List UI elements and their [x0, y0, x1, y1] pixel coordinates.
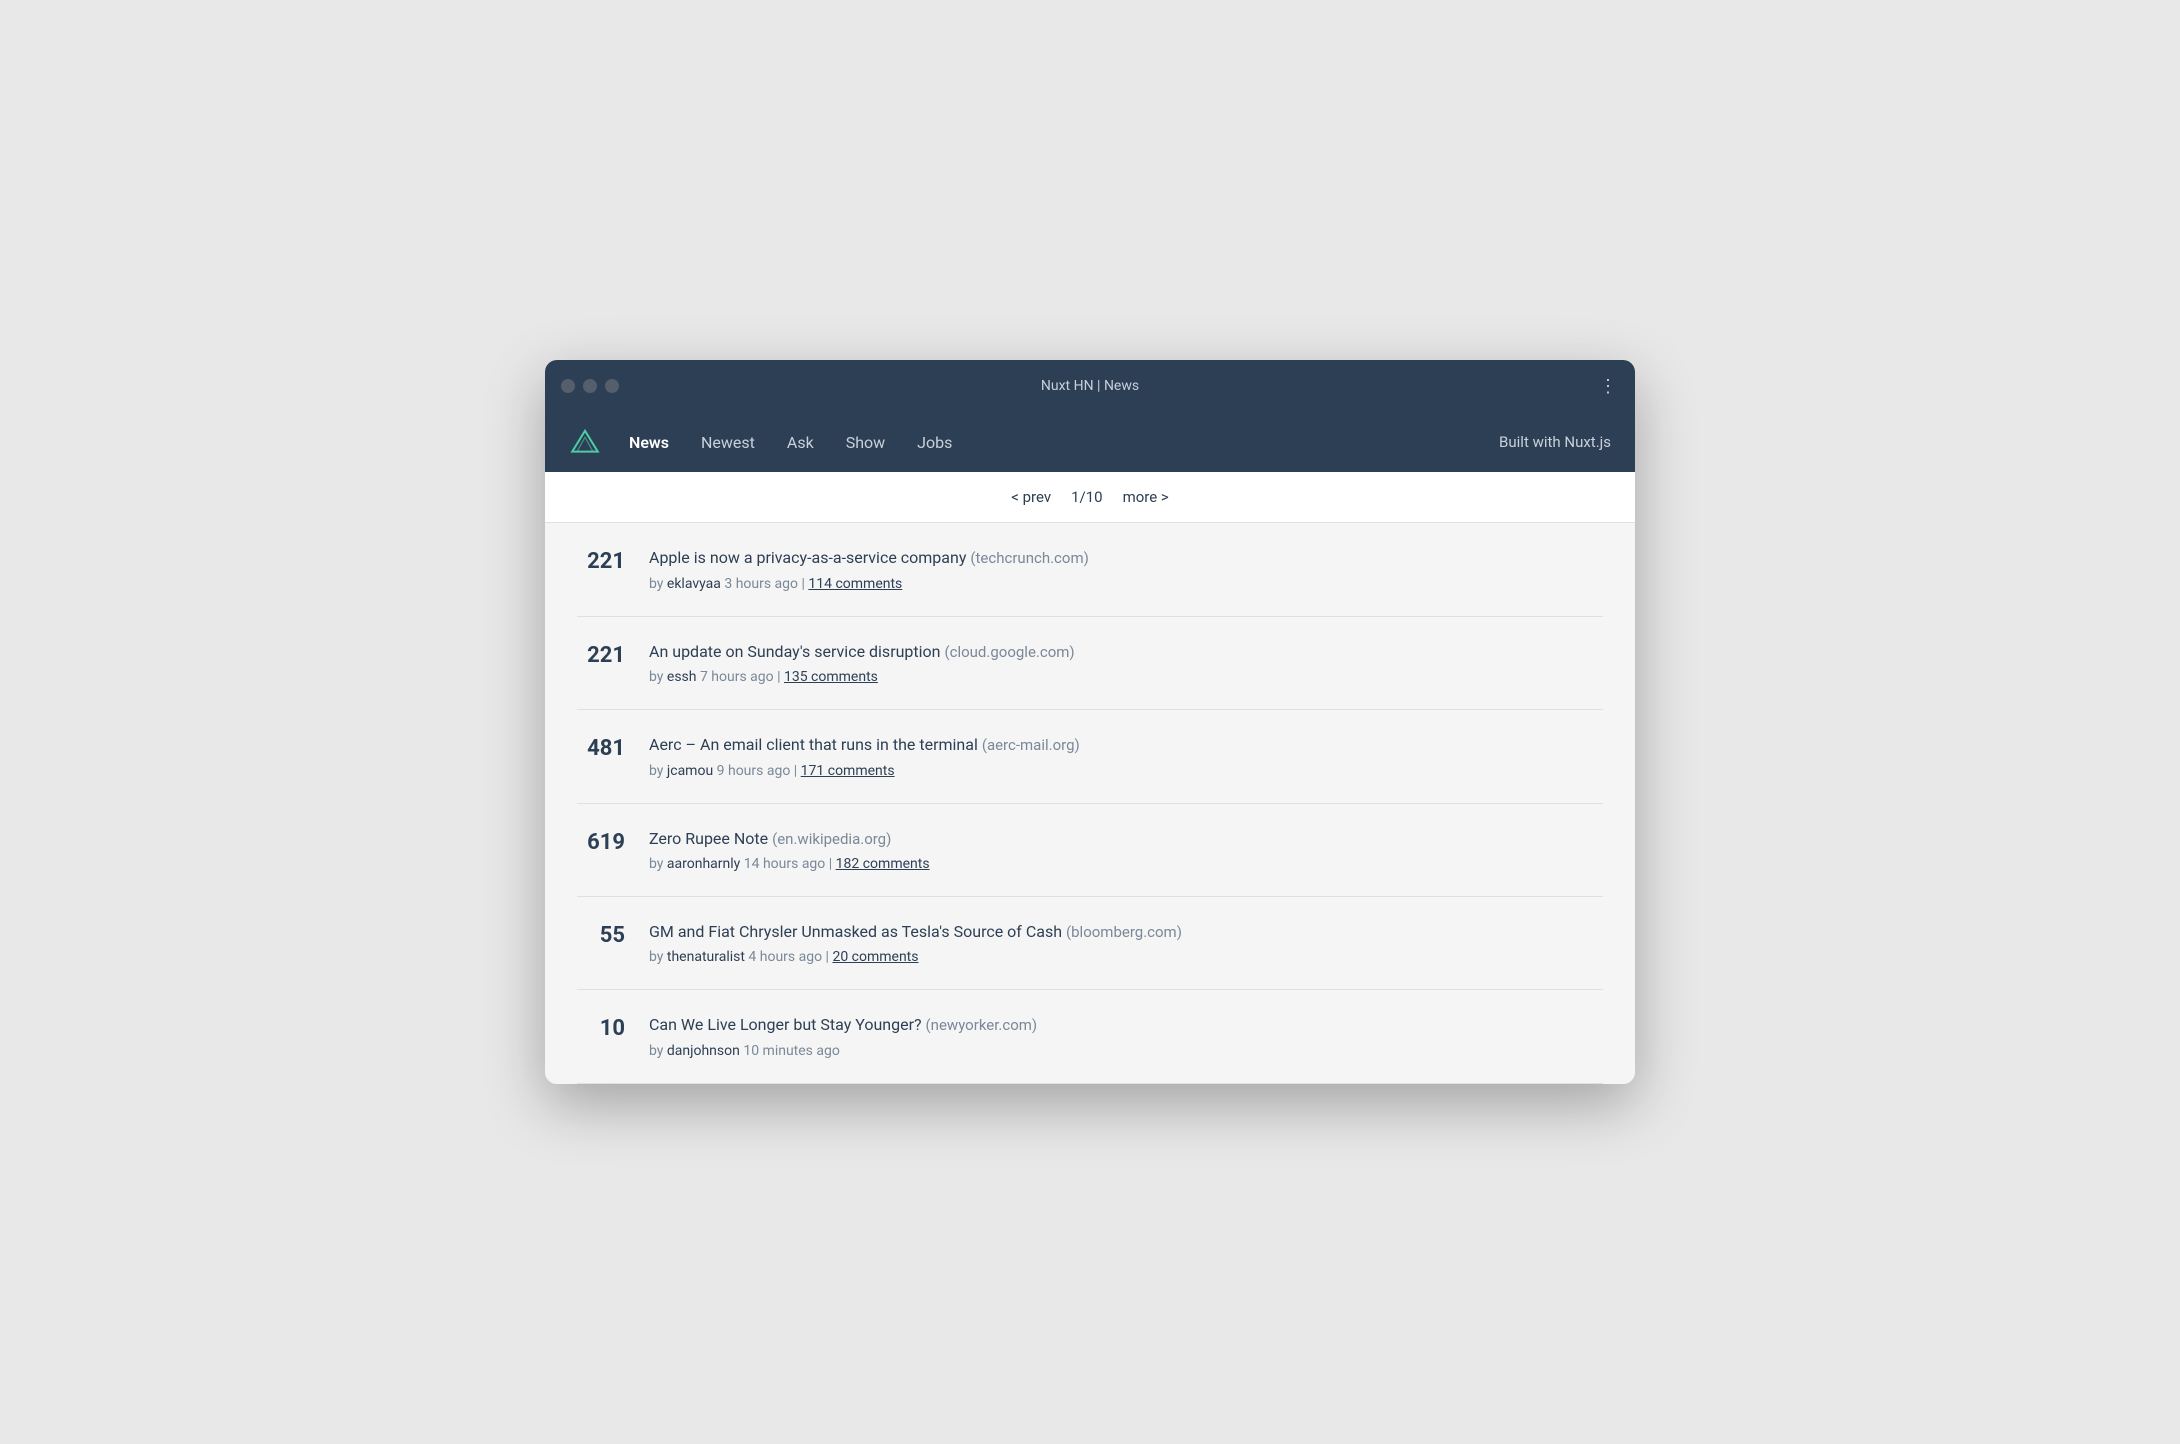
news-domain: (aerc-mail.org)	[982, 736, 1080, 754]
news-title-link[interactable]: Aerc – An email client that runs in the …	[649, 735, 978, 754]
news-body: Aerc – An email client that runs in the …	[649, 734, 1603, 778]
page-indicator: 1/10	[1071, 488, 1102, 506]
nav-link-show[interactable]: Show	[846, 433, 885, 452]
news-title: Aerc – An email client that runs in the …	[649, 734, 1603, 756]
news-body: An update on Sunday's service disruption…	[649, 641, 1603, 685]
news-title-link[interactable]: Can We Live Longer but Stay Younger?	[649, 1015, 922, 1034]
news-author[interactable]: jcamou	[667, 763, 713, 779]
prev-button[interactable]: < prev	[1011, 488, 1051, 506]
built-with-label: Built with Nuxt.js	[1499, 433, 1611, 451]
next-button[interactable]: more >	[1123, 488, 1169, 506]
news-meta: by aaronharnly 14 hours ago | 182 commen…	[649, 856, 1603, 872]
news-domain: (bloomberg.com)	[1066, 923, 1182, 941]
nav-link-ask[interactable]: Ask	[787, 433, 814, 452]
news-author[interactable]: essh	[667, 669, 697, 685]
table-row: 10 Can We Live Longer but Stay Younger? …	[577, 990, 1603, 1083]
logo-icon	[569, 426, 601, 458]
nav-link-news[interactable]: News	[629, 433, 669, 452]
news-author[interactable]: aaronharnly	[667, 856, 740, 872]
score: 10	[577, 1014, 625, 1041]
news-body: GM and Fiat Chrysler Unmasked as Tesla's…	[649, 921, 1603, 965]
news-comments[interactable]: 20 comments	[832, 949, 918, 965]
news-body: Zero Rupee Note (en.wikipedia.org) by aa…	[649, 828, 1603, 872]
news-title: Apple is now a privacy-as-a-service comp…	[649, 547, 1603, 569]
news-author[interactable]: eklavyaa	[667, 576, 721, 592]
news-title-link[interactable]: An update on Sunday's service disruption	[649, 642, 941, 661]
news-list: 221 Apple is now a privacy-as-a-service …	[545, 523, 1635, 1083]
table-row: 619 Zero Rupee Note (en.wikipedia.org) b…	[577, 804, 1603, 897]
news-title: An update on Sunday's service disruption…	[649, 641, 1603, 663]
browser-menu-icon[interactable]: ⋮	[1599, 376, 1619, 397]
table-row: 481 Aerc – An email client that runs in …	[577, 710, 1603, 803]
news-domain: (en.wikipedia.org)	[772, 830, 891, 848]
logo[interactable]	[569, 426, 601, 458]
score: 619	[577, 828, 625, 855]
title-bar: Nuxt HN | News ⋮	[545, 360, 1635, 412]
score: 55	[577, 921, 625, 948]
nav-link-jobs[interactable]: Jobs	[917, 433, 952, 452]
news-meta: by eklavyaa 3 hours ago | 114 comments	[649, 576, 1603, 592]
main-content: < prev 1/10 more > 221 Apple is now a pr…	[545, 472, 1635, 1083]
traffic-lights	[561, 379, 619, 393]
news-comments[interactable]: 114 comments	[808, 576, 902, 592]
news-title-link[interactable]: GM and Fiat Chrysler Unmasked as Tesla's…	[649, 922, 1062, 941]
news-title: Can We Live Longer but Stay Younger? (ne…	[649, 1014, 1603, 1036]
nav-bar: News Newest Ask Show Jobs Built with Nux…	[545, 412, 1635, 472]
news-comments[interactable]: 182 comments	[836, 856, 930, 872]
table-row: 55 GM and Fiat Chrysler Unmasked as Tesl…	[577, 897, 1603, 990]
table-row: 221 Apple is now a privacy-as-a-service …	[577, 523, 1603, 616]
nav-links: News Newest Ask Show Jobs	[629, 433, 952, 452]
news-author[interactable]: thenaturalist	[667, 949, 745, 965]
news-meta: by danjohnson 10 minutes ago	[649, 1043, 1603, 1059]
news-title: GM and Fiat Chrysler Unmasked as Tesla's…	[649, 921, 1603, 943]
traffic-light-minimize[interactable]	[583, 379, 597, 393]
browser-window: Nuxt HN | News ⋮ News Newest Ask Show Jo…	[545, 360, 1635, 1083]
window-title: Nuxt HN | News	[1041, 378, 1139, 394]
pagination-bar: < prev 1/10 more >	[545, 472, 1635, 523]
news-comments[interactable]: 135 comments	[784, 669, 878, 685]
traffic-light-maximize[interactable]	[605, 379, 619, 393]
score: 221	[577, 641, 625, 668]
score: 481	[577, 734, 625, 761]
news-title: Zero Rupee Note (en.wikipedia.org)	[649, 828, 1603, 850]
traffic-light-close[interactable]	[561, 379, 575, 393]
nav-link-newest[interactable]: Newest	[701, 433, 755, 452]
news-meta: by jcamou 9 hours ago | 171 comments	[649, 763, 1603, 779]
table-row: 221 An update on Sunday's service disrup…	[577, 617, 1603, 710]
news-meta: by essh 7 hours ago | 135 comments	[649, 669, 1603, 685]
news-title-link[interactable]: Zero Rupee Note	[649, 829, 768, 848]
news-comments[interactable]: 171 comments	[801, 763, 895, 779]
score: 221	[577, 547, 625, 574]
news-title-link[interactable]: Apple is now a privacy-as-a-service comp…	[649, 548, 966, 567]
news-meta: by thenaturalist 4 hours ago | 20 commen…	[649, 949, 1603, 965]
news-domain: (newyorker.com)	[926, 1016, 1038, 1034]
news-author[interactable]: danjohnson	[667, 1043, 740, 1059]
news-body: Can We Live Longer but Stay Younger? (ne…	[649, 1014, 1603, 1058]
news-domain: (cloud.google.com)	[944, 643, 1074, 661]
news-body: Apple is now a privacy-as-a-service comp…	[649, 547, 1603, 591]
news-domain: (techcrunch.com)	[970, 549, 1088, 567]
